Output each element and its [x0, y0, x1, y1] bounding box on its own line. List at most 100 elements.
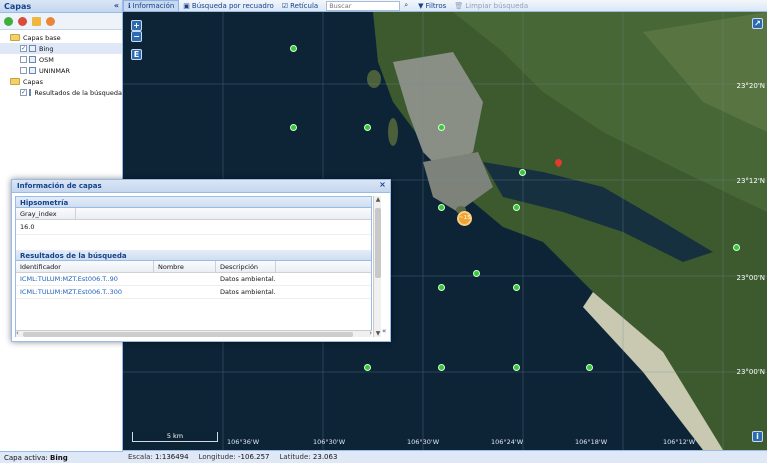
full-extent-button[interactable]: E: [131, 49, 142, 60]
grid-toggle[interactable]: ☑ Retícula: [278, 0, 322, 12]
column-nombre[interactable]: Nombre: [154, 260, 216, 273]
tree-folder-label: Capas: [23, 77, 44, 86]
scale-status-value: 1:136494: [155, 453, 189, 461]
tree-item-label: UNINMAR: [39, 66, 70, 75]
active-layer-label: Capa activa:: [4, 454, 48, 462]
layer-info-window: Información de capas × Hipsometría Gray_…: [11, 179, 391, 342]
results-section-header[interactable]: Resultados de la búsqueda: [16, 250, 371, 261]
tree-folder-base[interactable]: Capas base: [0, 32, 122, 43]
station-marker[interactable]: [586, 364, 593, 371]
station-marker[interactable]: [364, 364, 371, 371]
layer-checkbox[interactable]: ✓: [20, 45, 27, 52]
tree-item-label: Resultados de la búsqueda: [34, 88, 122, 97]
search-input[interactable]: [326, 0, 401, 11]
gray-index-value: 16.0: [20, 223, 35, 231]
table-row[interactable]: ICML:TULUM:MZT.Est006.T..300 Datos ambie…: [16, 286, 371, 299]
scroll-right-icon[interactable]: ›: [369, 329, 372, 337]
tree-folder-capas[interactable]: Capas: [0, 76, 122, 87]
lat-label: 23°20'N: [736, 82, 765, 90]
collapse-panel-icon[interactable]: «: [114, 1, 119, 10]
box-search-label: Búsqueda por recuadro: [191, 1, 274, 10]
layer-checkbox[interactable]: ✓: [20, 89, 27, 96]
close-icon[interactable]: ×: [378, 181, 387, 190]
map-info-button[interactable]: i: [752, 431, 763, 442]
lat-label: 23°12'N: [736, 177, 765, 185]
box-search-button[interactable]: ▣ Búsqueda por recuadro: [179, 0, 278, 12]
station-marker[interactable]: [438, 204, 445, 211]
clear-search-button[interactable]: 🗑 Limpiar búsqueda: [450, 0, 532, 12]
zoom-out-button[interactable]: −: [131, 31, 142, 42]
station-marker[interactable]: [473, 270, 480, 277]
collapse-icon[interactable]: «: [382, 327, 386, 335]
tree-item-osm[interactable]: OSM: [0, 54, 122, 65]
remove-icon[interactable]: [18, 16, 27, 26]
table-row[interactable]: ICML:TULUM:MZT.Est006.T..90 Datos ambien…: [16, 273, 371, 286]
scroll-left-icon[interactable]: ‹: [16, 329, 19, 337]
column-gray-index[interactable]: Gray_index: [16, 207, 76, 220]
station-marker[interactable]: [290, 124, 297, 131]
scroll-up-icon[interactable]: ▲: [374, 196, 382, 203]
lon-label: 106°36'W: [227, 438, 260, 446]
layer-info-body: Hipsometría Gray_index 16.0 Resultados d…: [15, 196, 372, 337]
active-layer-status: Capa activa: Bing: [0, 451, 123, 463]
expand-icon[interactable]: ↗: [752, 18, 763, 29]
station-marker[interactable]: [438, 284, 445, 291]
station-marker[interactable]: [364, 124, 371, 131]
tree-item-uninmar[interactable]: UNINMAR: [0, 65, 122, 76]
filter-icon: ▼: [418, 1, 424, 10]
tree-item-label: Bing: [39, 44, 54, 53]
horizontal-scrollbar[interactable]: ‹ ›: [16, 329, 372, 337]
folder-icon[interactable]: [32, 16, 41, 26]
lon-label: 106°30'W: [313, 438, 346, 446]
box-search-icon: ▣: [183, 1, 190, 10]
search-button[interactable]: ⌕: [400, 0, 414, 12]
station-marker[interactable]: [513, 364, 520, 371]
layers-panel-header: Capas «: [0, 0, 122, 13]
layer-icon: [29, 56, 36, 63]
layer-checkbox[interactable]: [20, 56, 27, 63]
scale-status: Escala: 1:136494: [128, 453, 189, 461]
lon-label: 106°18'W: [575, 438, 608, 446]
result-identifier-link[interactable]: ICML:TULUM:MZT.Est006.T..90: [16, 275, 154, 283]
layer-info-title: Información de capas: [17, 182, 102, 190]
scroll-down-icon[interactable]: ▼: [374, 330, 382, 337]
station-cluster[interactable]: ~15: [457, 211, 472, 226]
latitude-value: 23.063: [312, 453, 338, 461]
station-marker[interactable]: [519, 169, 526, 176]
column-descripcion[interactable]: Descripción: [216, 260, 276, 273]
station-marker[interactable]: [290, 45, 297, 52]
filters-button[interactable]: ▼ Filtros: [414, 0, 450, 12]
station-marker[interactable]: [733, 244, 740, 251]
active-layer-value: Bing: [50, 454, 68, 462]
column-identificador[interactable]: Identificador: [16, 260, 154, 273]
station-marker[interactable]: [513, 284, 520, 291]
add-icon[interactable]: [4, 16, 13, 26]
station-marker[interactable]: [438, 124, 445, 131]
filters-label: Filtros: [425, 1, 447, 10]
table-row[interactable]: 16.0: [16, 220, 371, 235]
info-button[interactable]: ℹ Información: [123, 0, 180, 12]
settings-icon[interactable]: [46, 16, 55, 26]
scroll-thumb[interactable]: [375, 208, 381, 278]
station-marker[interactable]: [513, 204, 520, 211]
zoom-in-button[interactable]: +: [131, 20, 142, 31]
result-identifier-link[interactable]: ICML:TULUM:MZT.Est006.T..300: [16, 288, 154, 296]
station-marker[interactable]: [438, 364, 445, 371]
hypsometry-section-header[interactable]: Hipsometría: [16, 197, 371, 208]
checkbox-icon: ☑: [281, 1, 289, 10]
longitude-value: -106.257: [238, 453, 270, 461]
tree-item-bing[interactable]: ✓ Bing: [0, 43, 122, 54]
layers-panel-title: Capas: [4, 2, 32, 11]
search-icon: ⌕: [404, 1, 409, 9]
layer-icon: [29, 67, 36, 74]
vertical-scrollbar[interactable]: ▲ ▼: [373, 196, 381, 337]
folder-icon: [10, 78, 20, 85]
scroll-thumb[interactable]: [23, 332, 353, 337]
layer-info-header[interactable]: Información de capas ×: [12, 180, 390, 193]
layer-checkbox[interactable]: [20, 67, 27, 74]
tree-item-resultados[interactable]: ✓ Resultados de la búsqueda: [0, 87, 122, 98]
hypsometry-column-header: Gray_index: [16, 207, 371, 220]
lon-label: 106°24'W: [491, 438, 524, 446]
result-description: Datos ambiental...: [220, 275, 276, 283]
